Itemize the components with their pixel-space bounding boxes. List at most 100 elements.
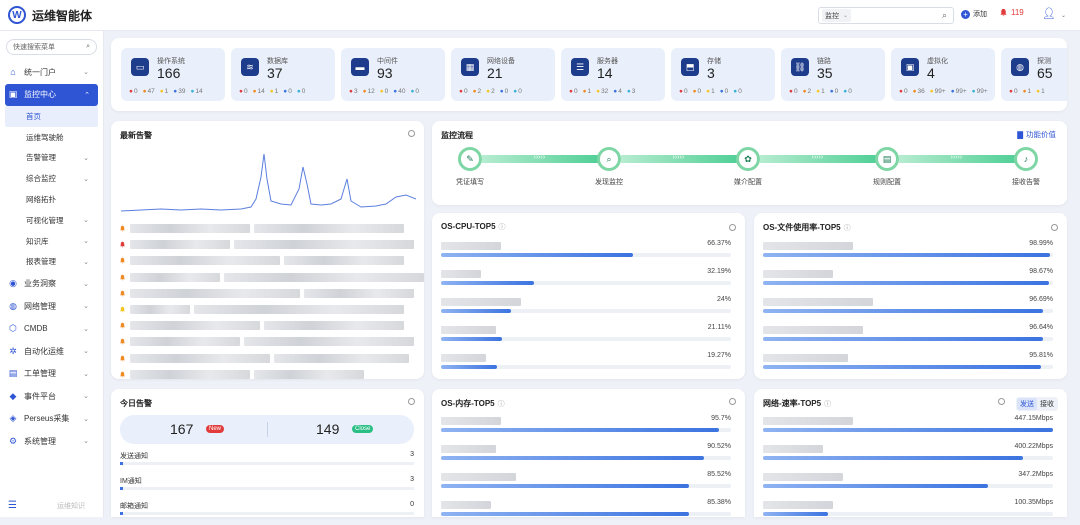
sidebar-subitem[interactable]: 知识库 ⌄ [0,231,103,252]
sidebar-item-label: 监控中心 [24,90,56,100]
usage-bar-track [441,512,731,516]
top5-row[interactable]: 85.38% [441,499,731,525]
chevron-down-icon: ⌄ [83,415,89,423]
sidebar-subitem[interactable]: 首页 [5,106,98,127]
direction-toggle[interactable]: 发送 接收 [1016,397,1058,411]
top5-row[interactable]: 98.99% [763,240,1053,266]
usage-value: 66.37% [707,240,731,247]
sidebar-subitem[interactable]: 综合监控 ⌄ [0,168,103,189]
alert-item[interactable] [119,272,424,283]
flow-step[interactable]: ✿ 媒介配置 [732,147,764,187]
app-logo[interactable]: W 运维智能体 [8,6,92,24]
status-count: 0 [1013,88,1018,95]
stat-card[interactable]: ◍ 探测 65 ●0 ●1 ●1 [1001,48,1067,101]
stat-card[interactable]: ☰ 服务器 14 ●0 ●1 ●32 ●4 ●3 [561,48,665,101]
stat-card[interactable]: ⛓ 链路 35 ●0 ●2 ●1 ●0 ●0 [781,48,885,101]
flow-step[interactable]: ▤ 规则配置 [871,147,903,187]
user-menu[interactable]: 👤︎ ⌄ [1042,7,1066,20]
status-count: 0 [504,88,509,95]
stat-card[interactable]: ≋ 数据库 37 ●0 ●14 ●1 ●0 ●0 [231,48,335,101]
sidebar-item[interactable]: ◍ 网络管理 ⌄ [0,295,103,318]
alert-item[interactable] [119,336,414,347]
cmdb-icon: ⬡ [9,323,17,334]
sidebar-subitem[interactable]: 运维驾驶舱 [0,127,103,148]
top5-row[interactable]: 24% [441,296,731,322]
status-count: 0 [463,88,468,95]
alert-item[interactable] [119,255,404,266]
refresh-icon[interactable] [1051,224,1058,231]
top5-row[interactable]: 32.19% [441,268,731,294]
alert-item[interactable] [119,223,404,234]
info-icon[interactable]: ⓘ [498,401,505,408]
sidebar-subitem[interactable]: 报表管理 ⌄ [0,252,103,273]
top5-row[interactable]: 96.64% [763,324,1053,350]
search-icon[interactable]: ⌕ [942,10,947,21]
refresh-icon[interactable] [408,398,415,405]
notification-row[interactable]: 发送通知 3 [120,451,414,465]
sidebar-subitem[interactable]: 告警管理 ⌄ [0,148,103,169]
alert-item[interactable] [119,288,414,299]
sidebar-subitem[interactable]: 可视化管理 ⌄ [0,210,103,231]
search-scope-select[interactable]: 监控 ⌄ [822,9,852,22]
sidebar-item[interactable]: ▤ 工单管理 ⌄ [0,362,103,385]
alert-item[interactable] [119,320,404,331]
collapse-menu-icon[interactable]: ☰ [8,500,17,511]
flow-step-label: 接收告警 [1012,179,1040,186]
sidebar-item[interactable]: ▣ 监控中心 ⌃ [5,83,98,106]
sidebar-item[interactable]: ◉ 业务洞察 ⌄ [0,272,103,295]
refresh-icon[interactable] [729,224,736,231]
status-count: 1 [587,88,592,95]
stat-card[interactable]: ▦ 网络设备 21 ●0 ●2 ●2 ●0 ●0 [451,48,555,101]
today-alert-summary: 167 New 149 Close [120,415,414,444]
stat-card[interactable]: ▬ 中间件 93 ●3 ●12 ●0 ●40 ●0 [341,48,445,101]
sidebar-item[interactable]: ⚙ 系统管理 ⌄ [0,430,103,453]
info-icon[interactable]: ⓘ [499,224,506,231]
sidebar-item[interactable]: ◆ 事件平台 ⌄ [0,385,103,408]
refresh-icon[interactable] [998,398,1005,405]
refresh-icon[interactable] [408,130,415,137]
top5-row[interactable]: 90.52% [441,443,731,469]
top5-row[interactable]: 85.52% [441,471,731,497]
top5-row[interactable]: 347.2Mbps [763,471,1053,497]
stat-card[interactable]: ▣ 虚拟化 4 ●0 ●36 ●99+ ●99+ ●99+ [891,48,995,101]
sidebar-item[interactable]: ◈ Perseus采集 ⌄ [0,407,103,430]
top5-row[interactable]: 19.27% [441,352,731,378]
fs-top5-title: OS-文件使用率-TOP5 ⓘ [763,222,851,233]
menu-search-input[interactable]: 快速搜索菜单 ⌕ [6,39,97,55]
feature-value-link[interactable]: ▇ 功能价值 [1017,129,1056,140]
top5-row[interactable]: 95.81% [763,352,1053,378]
flow-step[interactable]: ✎ 凭证填写 [454,147,486,187]
info-icon[interactable]: ⓘ [824,401,831,408]
top5-row[interactable]: 21.11% [441,324,731,350]
refresh-icon[interactable] [729,398,736,405]
send-toggle[interactable]: 发送 [1017,398,1037,410]
sidebar-subitem[interactable]: 网络拓扑 [0,189,103,210]
alert-item[interactable] [119,369,364,380]
info-icon[interactable]: ⓘ [844,225,851,232]
top5-row[interactable]: 400.22Mbps [763,443,1053,469]
top5-row[interactable]: 100.35Mbps [763,499,1053,525]
top5-row[interactable]: 98.67% [763,268,1053,294]
bell-icon [120,371,125,378]
add-button[interactable]: + 添加 [961,9,987,19]
alert-item[interactable] [119,239,414,250]
sidebar-item[interactable]: ⌂ 统一门户 ⌄ [0,61,103,84]
top5-row[interactable]: 66.37% [441,240,731,266]
sidebar-item[interactable]: ⬡ CMDB ⌄ [0,317,103,340]
top5-row[interactable]: 447.15Mbps [763,415,1053,441]
alert-notification[interactable]: 119 [999,8,1024,17]
alert-item[interactable] [119,353,409,364]
global-search[interactable]: 监控 ⌄ ⌕ [818,7,954,24]
stat-card[interactable]: ⬒ 存储 3 ●0 ●0 ●1 ●0 ●0 [671,48,775,101]
stat-card[interactable]: ▭ 操作系统 166 ●0 ●47 ●1 ●39 ●14 [121,48,225,101]
sidebar-item[interactable]: ✲ 自动化运维 ⌄ [0,340,103,363]
sidebar-footer-label[interactable]: 运维知识 [57,501,85,511]
notification-row[interactable]: IM通知 3 [120,476,414,490]
flow-step[interactable]: ♪ 接收告警 [1010,147,1042,187]
notification-row[interactable]: 邮箱通知 0 [120,501,414,515]
alert-item[interactable] [119,304,404,315]
receive-toggle[interactable]: 接收 [1037,398,1057,410]
top5-row[interactable]: 96.69% [763,296,1053,322]
flow-step[interactable]: ⌕ 发现监控 [593,147,625,187]
top5-row[interactable]: 95.7% [441,415,731,441]
